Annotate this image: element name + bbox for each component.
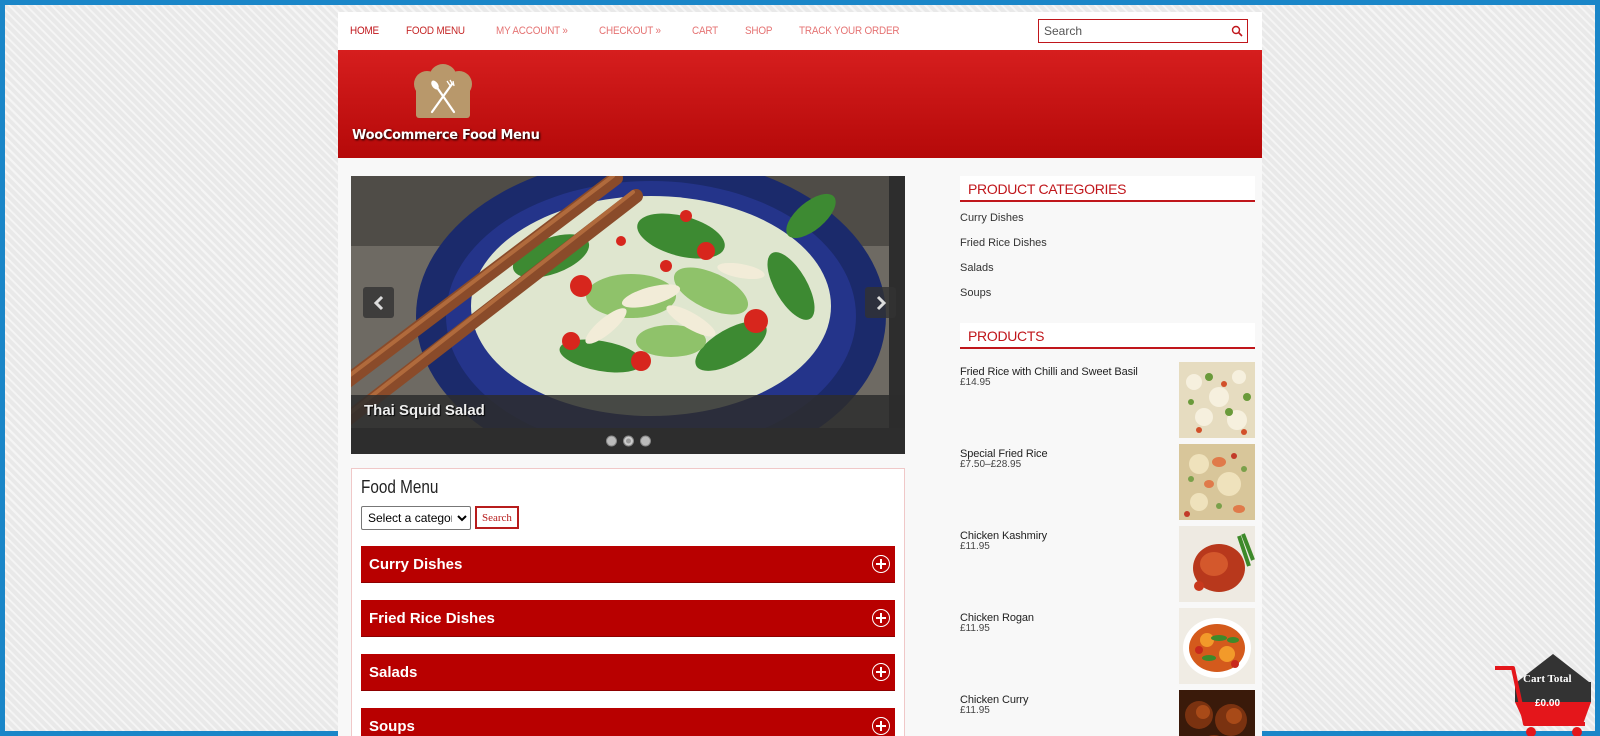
category-link-soups[interactable]: Soups: [960, 286, 1255, 311]
nav-shop[interactable]: SHOP: [745, 25, 773, 37]
slider-next-button[interactable]: [865, 287, 896, 318]
slide-caption: Thai Squid Salad: [351, 395, 905, 428]
product-categories-list: Curry Dishes Fried Rice Dishes Salads So…: [960, 202, 1255, 311]
category-accordion-label: Soups: [369, 717, 415, 735]
product-item: Chicken Kashmiry £11.95: [960, 526, 1255, 608]
cart-total-value: £0.00: [1535, 698, 1561, 709]
top-navigation: HOME FOOD MENU MY ACCOUNT » CHECKOUT » C…: [338, 12, 1262, 50]
product-thumbnail[interactable]: [1179, 690, 1255, 736]
category-accordion-label: Fried Rice Dishes: [369, 609, 495, 627]
product-thumbnail[interactable]: [1179, 526, 1255, 602]
product-thumbnail[interactable]: [1179, 608, 1255, 684]
slider-dot[interactable]: [639, 435, 651, 447]
product-thumbnail[interactable]: [1179, 362, 1255, 438]
image-slider: Thai Squid Salad: [351, 176, 905, 454]
category-link-curry-dishes[interactable]: Curry Dishes: [960, 211, 1255, 236]
search-input[interactable]: [1039, 20, 1227, 42]
product-item: Special Fried Rice £7.50–£28.95: [960, 444, 1255, 526]
product-thumbnail[interactable]: [1179, 444, 1255, 520]
expand-plus-icon[interactable]: [872, 717, 890, 735]
product-price: £7.50–£28.95: [960, 459, 1022, 470]
slider-dot-active[interactable]: [622, 435, 634, 447]
food-menu-search-button[interactable]: Search: [475, 506, 519, 529]
cart-total-label: Cart Total: [1523, 673, 1572, 685]
category-accordion-curry-dishes[interactable]: Curry Dishes: [361, 546, 895, 583]
expand-plus-icon[interactable]: [872, 609, 890, 627]
category-accordion-salads[interactable]: Salads: [361, 654, 895, 691]
food-menu-controls: Select a category Search: [361, 506, 895, 530]
nav-home[interactable]: HOME: [350, 25, 379, 37]
search-box: [1038, 19, 1248, 43]
chevron-left-icon: [373, 295, 383, 310]
nav-checkout[interactable]: CHECKOUT »: [599, 25, 661, 37]
sidebar: PRODUCT CATEGORIES Curry Dishes Fried Ri…: [960, 176, 1255, 736]
category-link-fried-rice-dishes[interactable]: Fried Rice Dishes: [960, 236, 1255, 261]
nav-my-account[interactable]: MY ACCOUNT »: [496, 25, 568, 37]
slider-pagination: [351, 435, 905, 447]
product-price: £11.95: [960, 623, 990, 634]
product-item: Chicken Curry £11.95: [960, 690, 1255, 736]
product-price: £11.95: [960, 705, 990, 716]
category-link-salads[interactable]: Salads: [960, 261, 1255, 286]
slider-dot[interactable]: [605, 435, 617, 447]
food-menu-title: Food Menu: [361, 477, 439, 497]
nav-track-order[interactable]: TRACK YOUR ORDER: [799, 25, 900, 37]
nav-cart[interactable]: CART: [692, 25, 718, 37]
category-accordion-soups[interactable]: Soups: [361, 708, 895, 736]
expand-plus-icon[interactable]: [872, 555, 890, 573]
product-categories-heading: PRODUCT CATEGORIES: [960, 176, 1255, 202]
chef-hat-logo-icon[interactable]: [410, 64, 476, 120]
product-price: £14.95: [960, 377, 991, 388]
expand-plus-icon[interactable]: [872, 663, 890, 681]
slide-image-thai-squid-salad[interactable]: [351, 176, 889, 428]
nav-food-menu[interactable]: FOOD MENU: [406, 25, 465, 37]
product-item: Fried Rice with Chilli and Sweet Basil £…: [960, 362, 1255, 444]
cart-icon: [1495, 654, 1591, 736]
site-header: WooCommerce Food Menu: [338, 50, 1262, 158]
category-accordion-label: Curry Dishes: [369, 555, 463, 573]
floating-cart[interactable]: Cart Total £0.00: [1493, 648, 1593, 736]
slider-prev-button[interactable]: [363, 287, 394, 318]
chevron-right-icon: [876, 295, 886, 310]
category-accordion-fried-rice-dishes[interactable]: Fried Rice Dishes: [361, 600, 895, 637]
category-select[interactable]: Select a category: [361, 506, 471, 530]
search-icon[interactable]: [1227, 21, 1247, 41]
page-container: HOME FOOD MENU MY ACCOUNT » CHECKOUT » C…: [338, 12, 1262, 736]
products-heading: PRODUCTS: [960, 323, 1255, 349]
food-menu-widget: Food Menu Select a category Search Curry…: [351, 468, 905, 736]
product-item: Chicken Rogan £11.95: [960, 608, 1255, 690]
site-title[interactable]: WooCommerce Food Menu: [352, 128, 540, 143]
product-price: £11.95: [960, 541, 990, 552]
category-accordion-label: Salads: [369, 663, 418, 681]
